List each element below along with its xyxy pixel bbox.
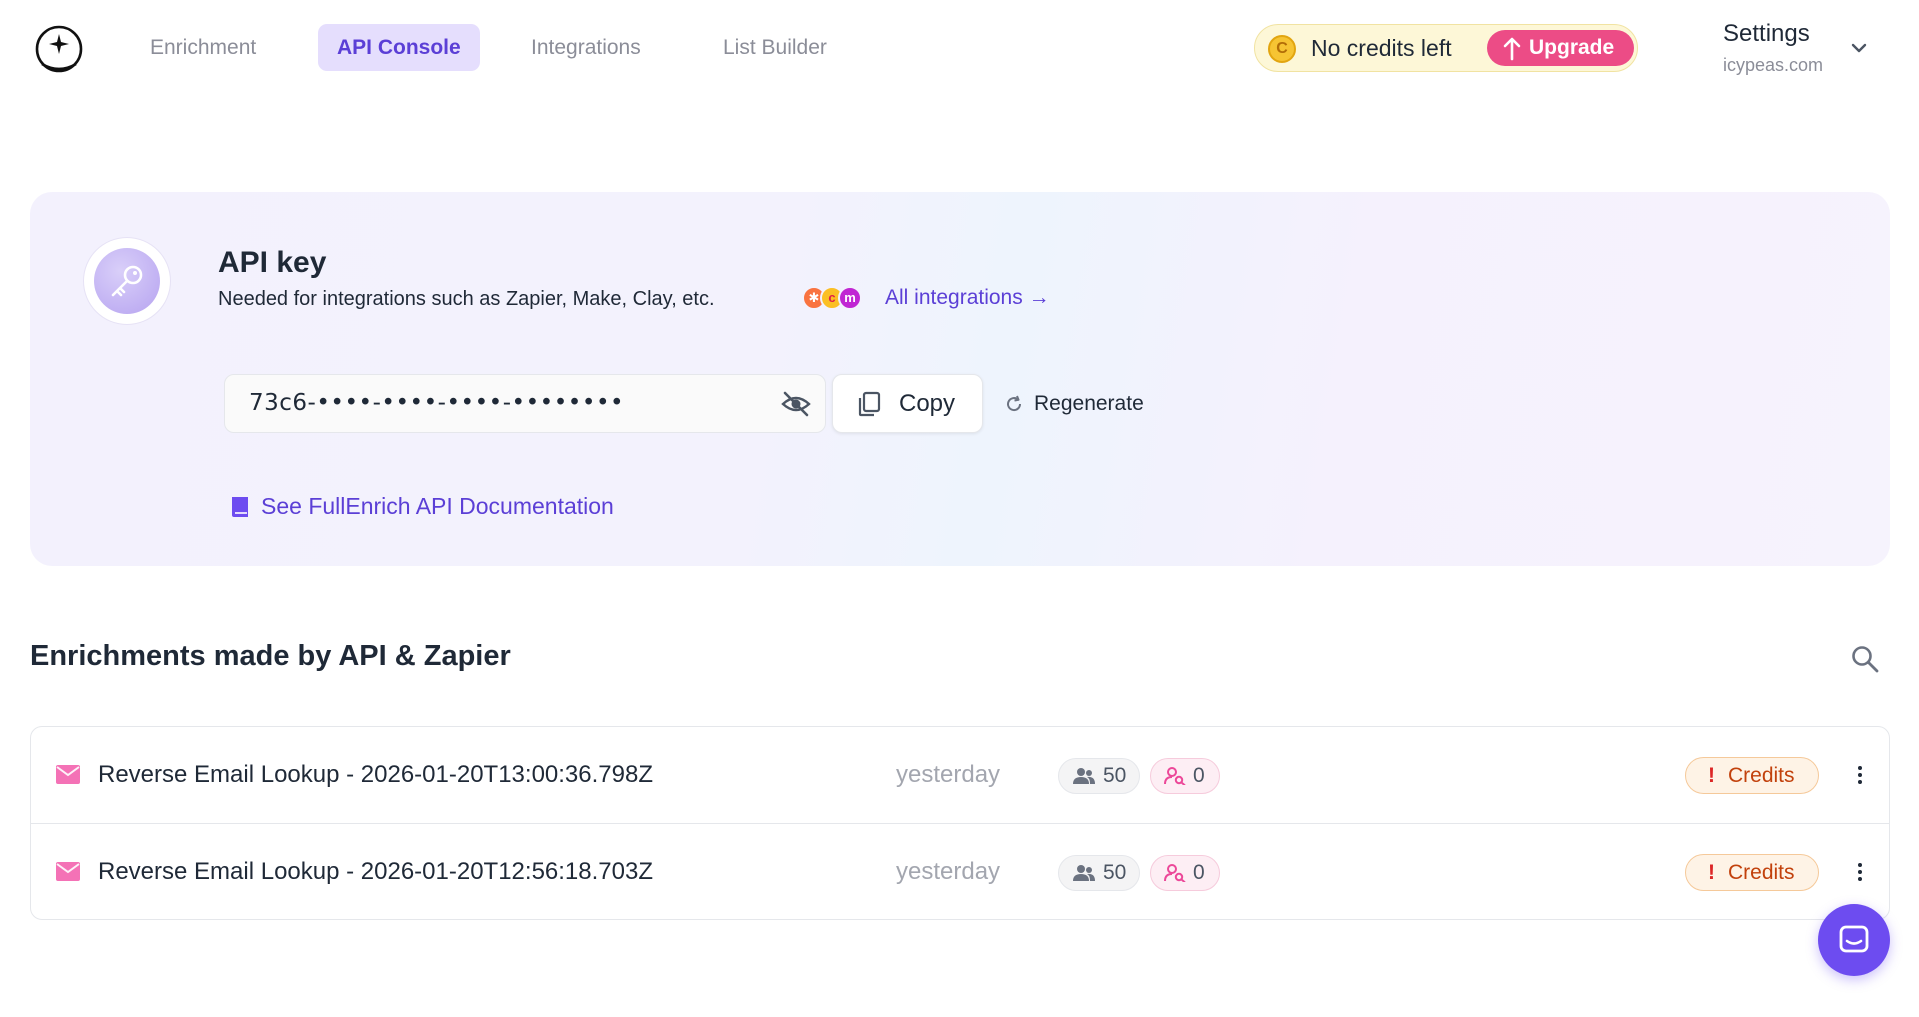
all-integrations-link[interactable]: All integrations →: [885, 286, 1050, 310]
upgrade-button[interactable]: Upgrade: [1487, 30, 1634, 66]
settings-menu[interactable]: Settings icypeas.com: [1723, 20, 1823, 76]
copy-label: Copy: [899, 390, 956, 417]
chat-icon: [1839, 925, 1869, 953]
alert-icon: !: [1708, 764, 1715, 787]
upgrade-label: Upgrade: [1529, 36, 1615, 59]
alert-icon: !: [1708, 861, 1715, 884]
status-label: Credits: [1728, 764, 1795, 787]
arrow-up-icon: [1503, 37, 1521, 61]
credits-pill: C No credits left Upgrade: [1254, 24, 1638, 72]
account-domain: icypeas.com: [1723, 55, 1824, 75]
api-key-card: API key Needed for integrations such as …: [30, 192, 1890, 566]
book-icon: [232, 497, 248, 517]
mail-icon: [56, 862, 80, 881]
enrichment-name[interactable]: Reverse Email Lookup - 2026-01-20T12:56:…: [98, 824, 653, 920]
mail-icon: [56, 765, 80, 784]
make-logo-icon: m: [838, 286, 862, 310]
enrichment-name[interactable]: Reverse Email Lookup - 2026-01-20T13:00:…: [98, 727, 653, 823]
integration-logos: ✱ c m: [802, 286, 862, 312]
enrichments-list: Reverse Email Lookup - 2026-01-20T13:00:…: [30, 726, 1890, 920]
user-search-icon: [1164, 767, 1186, 785]
status-label: Credits: [1728, 861, 1795, 884]
user-search-icon: [1164, 864, 1186, 882]
found-count: 0: [1193, 861, 1205, 884]
enrichments-title: Enrichments made by API & Zapier: [30, 640, 511, 672]
more-options-icon[interactable]: [1852, 860, 1868, 884]
chevron-down-icon[interactable]: [1849, 38, 1869, 58]
key-icon-badge: [84, 238, 170, 324]
api-key-field[interactable]: 73c6-••••-••••-••••-••••••••: [224, 374, 826, 433]
coin-icon: C: [1268, 35, 1296, 63]
found-count-chip: 0: [1150, 758, 1220, 794]
status-badge: ! Credits: [1685, 854, 1819, 891]
chat-support-button[interactable]: [1818, 904, 1890, 976]
api-documentation-label: See FullEnrich API Documentation: [261, 493, 614, 519]
status-badge: ! Credits: [1685, 757, 1819, 794]
regenerate-label: Regenerate: [1034, 392, 1144, 415]
nav-tab-api-console[interactable]: API Console: [318, 24, 480, 71]
enrichment-date: yesterday: [896, 858, 1001, 885]
more-options-icon[interactable]: [1852, 763, 1868, 787]
enrichment-date: yesterday: [896, 761, 1001, 788]
found-count-chip: 0: [1150, 855, 1220, 891]
nav-tab-enrichment[interactable]: Enrichment: [131, 24, 275, 71]
list-item[interactable]: Reverse Email Lookup - 2026-01-20T12:56:…: [31, 823, 1889, 919]
list-item[interactable]: Reverse Email Lookup - 2026-01-20T13:00:…: [31, 727, 1889, 823]
contacts-count: 50: [1103, 764, 1127, 787]
app-logo-icon[interactable]: [34, 24, 84, 74]
found-count: 0: [1193, 764, 1205, 787]
users-icon: [1073, 865, 1095, 881]
nav-tab-integrations[interactable]: Integrations: [512, 24, 660, 71]
key-icon: [111, 265, 143, 297]
contacts-count-chip: 50: [1058, 758, 1140, 794]
contacts-count-chip: 50: [1058, 855, 1140, 891]
search-icon[interactable]: [1850, 644, 1880, 674]
api-key-value: 73c6-••••-••••-••••-••••••••: [249, 390, 625, 416]
credits-status-text: No credits left: [1311, 35, 1452, 61]
api-key-subtitle: Needed for integrations such as Zapier, …: [218, 288, 715, 310]
api-key-title: API key: [218, 246, 327, 279]
users-icon: [1073, 768, 1095, 784]
nav-tab-list-builder[interactable]: List Builder: [704, 24, 846, 71]
top-nav: Enrichment API Console Integrations List…: [0, 0, 1919, 96]
copy-icon: [858, 391, 881, 417]
eye-off-icon[interactable]: [781, 390, 811, 418]
refresh-icon: [1007, 395, 1022, 412]
settings-title: Settings: [1723, 20, 1810, 47]
contacts-count: 50: [1103, 861, 1127, 884]
copy-button[interactable]: Copy: [832, 374, 983, 433]
